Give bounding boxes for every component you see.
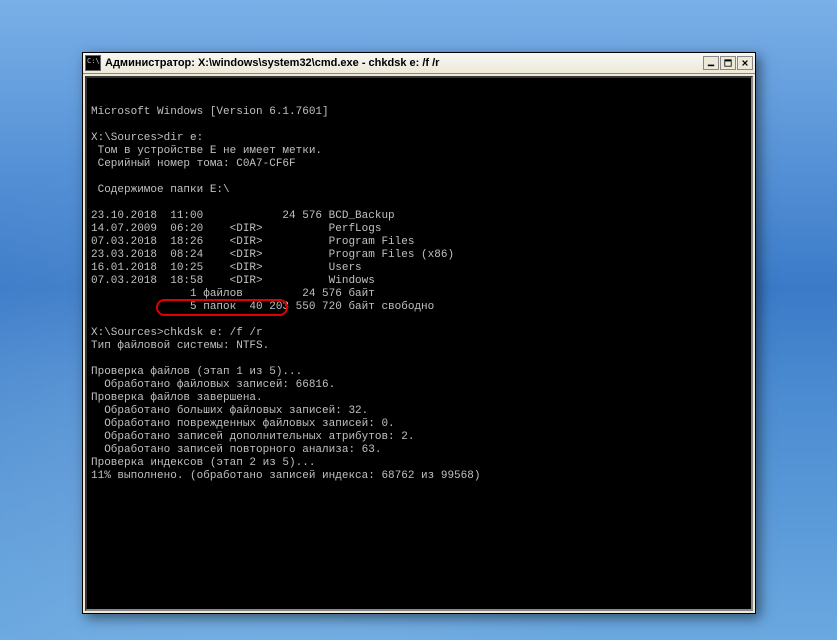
window-controls bbox=[702, 56, 753, 70]
console-output[interactable]: Microsoft Windows [Version 6.1.7601] X:\… bbox=[85, 76, 753, 611]
maximize-button[interactable] bbox=[720, 56, 736, 70]
minimize-button[interactable] bbox=[703, 56, 719, 70]
window-title: Администратор: X:\windows\system32\cmd.e… bbox=[105, 57, 702, 69]
titlebar[interactable]: Администратор: X:\windows\system32\cmd.e… bbox=[83, 53, 755, 74]
cmd-icon bbox=[85, 55, 101, 71]
close-button[interactable] bbox=[737, 56, 753, 70]
console-text: Microsoft Windows [Version 6.1.7601] X:\… bbox=[91, 106, 747, 483]
cmd-window: Администратор: X:\windows\system32\cmd.e… bbox=[82, 52, 756, 614]
